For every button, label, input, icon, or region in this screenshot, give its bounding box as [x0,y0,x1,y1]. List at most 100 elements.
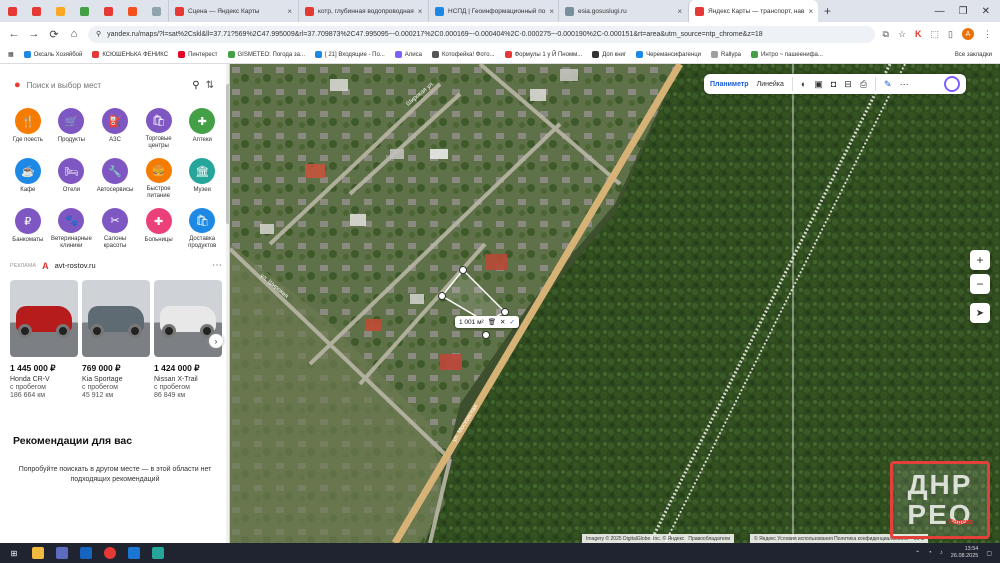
category-button[interactable]: 🔧 Автосервисы [93,158,137,200]
extension-k-icon[interactable]: K [915,29,922,39]
carousel-next-button[interactable]: › [209,334,223,348]
delete-icon[interactable]: 🗑 [488,318,496,326]
category-button[interactable]: 🏛 Музеи [180,158,224,200]
category-button[interactable]: ✚ Аптеки [180,108,224,150]
maximize-button[interactable]: ❐ [959,6,968,17]
category-button[interactable]: ✚ Больницы [137,208,181,250]
bookmark-item[interactable]: Интро ~ пашеенифа... [751,51,823,58]
browser-tab[interactable] [0,0,24,22]
tab-close-icon[interactable]: × [549,7,554,16]
network-icon[interactable]: ◔ [928,550,932,556]
zoom-out-button[interactable]: − [970,274,990,294]
bookmark-item[interactable]: Rallypa [710,51,741,58]
panorama-icon[interactable]: ▣ [814,79,823,90]
car-ad-card[interactable]: 1 445 000 ₽ Honda CR-V с пробегом 186 664 к… [10,280,78,400]
close-window-button[interactable]: ✕ [982,6,990,17]
tab-close-icon[interactable]: × [677,7,682,16]
ruler-icon[interactable]: ✎ [884,79,892,90]
browser-tab[interactable]: Яндекс Карты — транспорт, нав × [688,0,818,22]
clock[interactable]: 13:54 26.08.2025 [951,546,979,560]
bookmark-item[interactable]: Доп книг [592,51,626,58]
all-bookmarks-button[interactable]: Все закладки [955,52,992,58]
browser-tab[interactable]: НСПД | Геоинформационный по × [428,0,558,22]
advertiser-link[interactable]: avt-rostov.ru [55,261,96,270]
bookmark-item[interactable]: [ 21] Входящие - По... [315,51,385,58]
minimize-button[interactable]: — [935,6,945,17]
zoom-in-button[interactable]: + [970,250,990,270]
apps-icon[interactable]: ▦ [8,51,14,58]
bookmark-item[interactable]: Котофейка! Фото... [432,51,495,58]
chrome-icon[interactable] [104,547,116,559]
notifications-icon[interactable]: ▢ [986,550,992,557]
category-button[interactable]: 🛒 Продукты [50,108,94,150]
close-icon[interactable]: ✕ [500,318,505,326]
bookmark-item[interactable]: Черемансифагенци [636,51,701,58]
car-ad-card[interactable]: 769 000 ₽ Kia Sportage с пробегом 45 912 км [82,280,150,400]
more-options-icon[interactable]: ⋯ [212,260,222,271]
browser-tab[interactable] [24,0,48,22]
rights-link[interactable]: Правообладатели [688,536,730,542]
category-button[interactable]: 🛏 Отели [50,158,94,200]
browser-tab[interactable] [72,0,96,22]
category-button[interactable]: ☕ Кафе [6,158,50,200]
bookmark-item[interactable]: Алиса [394,51,422,58]
browser-tab[interactable] [120,0,144,22]
terms-links[interactable]: © Яндекс Условия использования Политика … [754,536,908,542]
category-button[interactable]: 🍔 Быстрое питание [137,158,181,200]
bookmark-item[interactable]: Формулы 1 у Й Пномм... [504,51,582,58]
category-button[interactable]: ₽ Банкоматы [6,208,50,250]
home-icon[interactable]: ⌂ [68,28,80,40]
category-button[interactable]: 🛍 Торговые центры [137,108,181,150]
satellite-map[interactable]: Широкая ул. ул. Широкая ул. Московская [230,64,1000,543]
search-input[interactable] [26,80,187,90]
install-icon[interactable]: ⧉ [883,29,889,40]
category-button[interactable]: 🛍 Доставка продуктов [180,208,224,250]
back-icon[interactable]: ← [8,28,20,40]
search-icon[interactable]: ⚲ [192,80,199,91]
new-tab-button[interactable]: + [818,4,837,18]
camera-icon[interactable]: ◘ [831,79,836,89]
browser-tab[interactable]: Сцена — Яндекс Карты × [168,0,298,22]
transport-icon[interactable]: ⊟ [844,79,852,90]
confirm-icon[interactable]: ✓ [509,318,514,326]
bookmark-item[interactable]: Оксаль Хозяйбой [23,51,82,58]
bookmark-item[interactable]: КСЮШЕНЬКА ФЕНИКС [92,51,168,58]
tab-close-icon[interactable]: × [287,7,292,16]
forward-icon[interactable]: → [28,28,40,40]
volume-icon[interactable]: ♪ [940,550,943,556]
bookmark-item[interactable]: Пинтерест [178,51,218,58]
browser-tab[interactable]: esia.gosuslugi.ru × [558,0,688,22]
menu-icon[interactable]: ⋮ [983,29,992,40]
category-button[interactable]: ⛽ АЗС [93,108,137,150]
geolocation-button[interactable]: ➤ [970,303,990,323]
category-button[interactable]: 🐾 Ветеринарные клиники [50,208,94,250]
bookmark-star-icon[interactable]: ☆ [898,29,906,40]
route-icon[interactable]: ⇅ [206,80,214,91]
editor-app-icon[interactable] [128,547,140,559]
ruler-tab[interactable]: Линейка [757,81,784,88]
more-icon[interactable]: ⋯ [900,79,909,90]
site-info-icon[interactable]: ⚲ [96,30,101,38]
layers-icon[interactable]: ◐ [801,79,806,89]
category-button[interactable]: ✂ Салоны красоты [93,208,137,250]
print-icon[interactable]: ⎙ [860,79,867,90]
browser-tab[interactable] [96,0,120,22]
start-icon[interactable]: ⊞ [8,547,20,559]
viewer-app-icon[interactable] [152,547,164,559]
browser-tab[interactable] [48,0,72,22]
tab-close-icon[interactable]: × [418,7,423,16]
tray-arrow-icon[interactable]: ⌃ [915,550,920,557]
save-app-icon[interactable] [80,547,92,559]
sidepanel-icon[interactable]: ▯ [948,29,953,40]
planimeter-tab[interactable]: Планиметр [710,81,749,88]
app-icon[interactable] [56,547,68,559]
browser-tab[interactable] [144,0,168,22]
profile-avatar[interactable]: A [962,28,974,40]
tab-close-icon[interactable]: × [808,7,813,16]
explorer-icon[interactable] [32,547,44,559]
address-bar[interactable]: ⚲ yandex.ru/maps/?l=sat%2Cskl&ll=37.71?5… [88,25,875,43]
reload-icon[interactable]: ⟳ [48,28,60,41]
bookmark-item[interactable]: GISMETEO: Погода за... [227,51,305,58]
browser-tab[interactable]: котр, глубинная водопроводная × [298,0,428,22]
category-button[interactable]: 🍴 Где поесть [6,108,50,150]
